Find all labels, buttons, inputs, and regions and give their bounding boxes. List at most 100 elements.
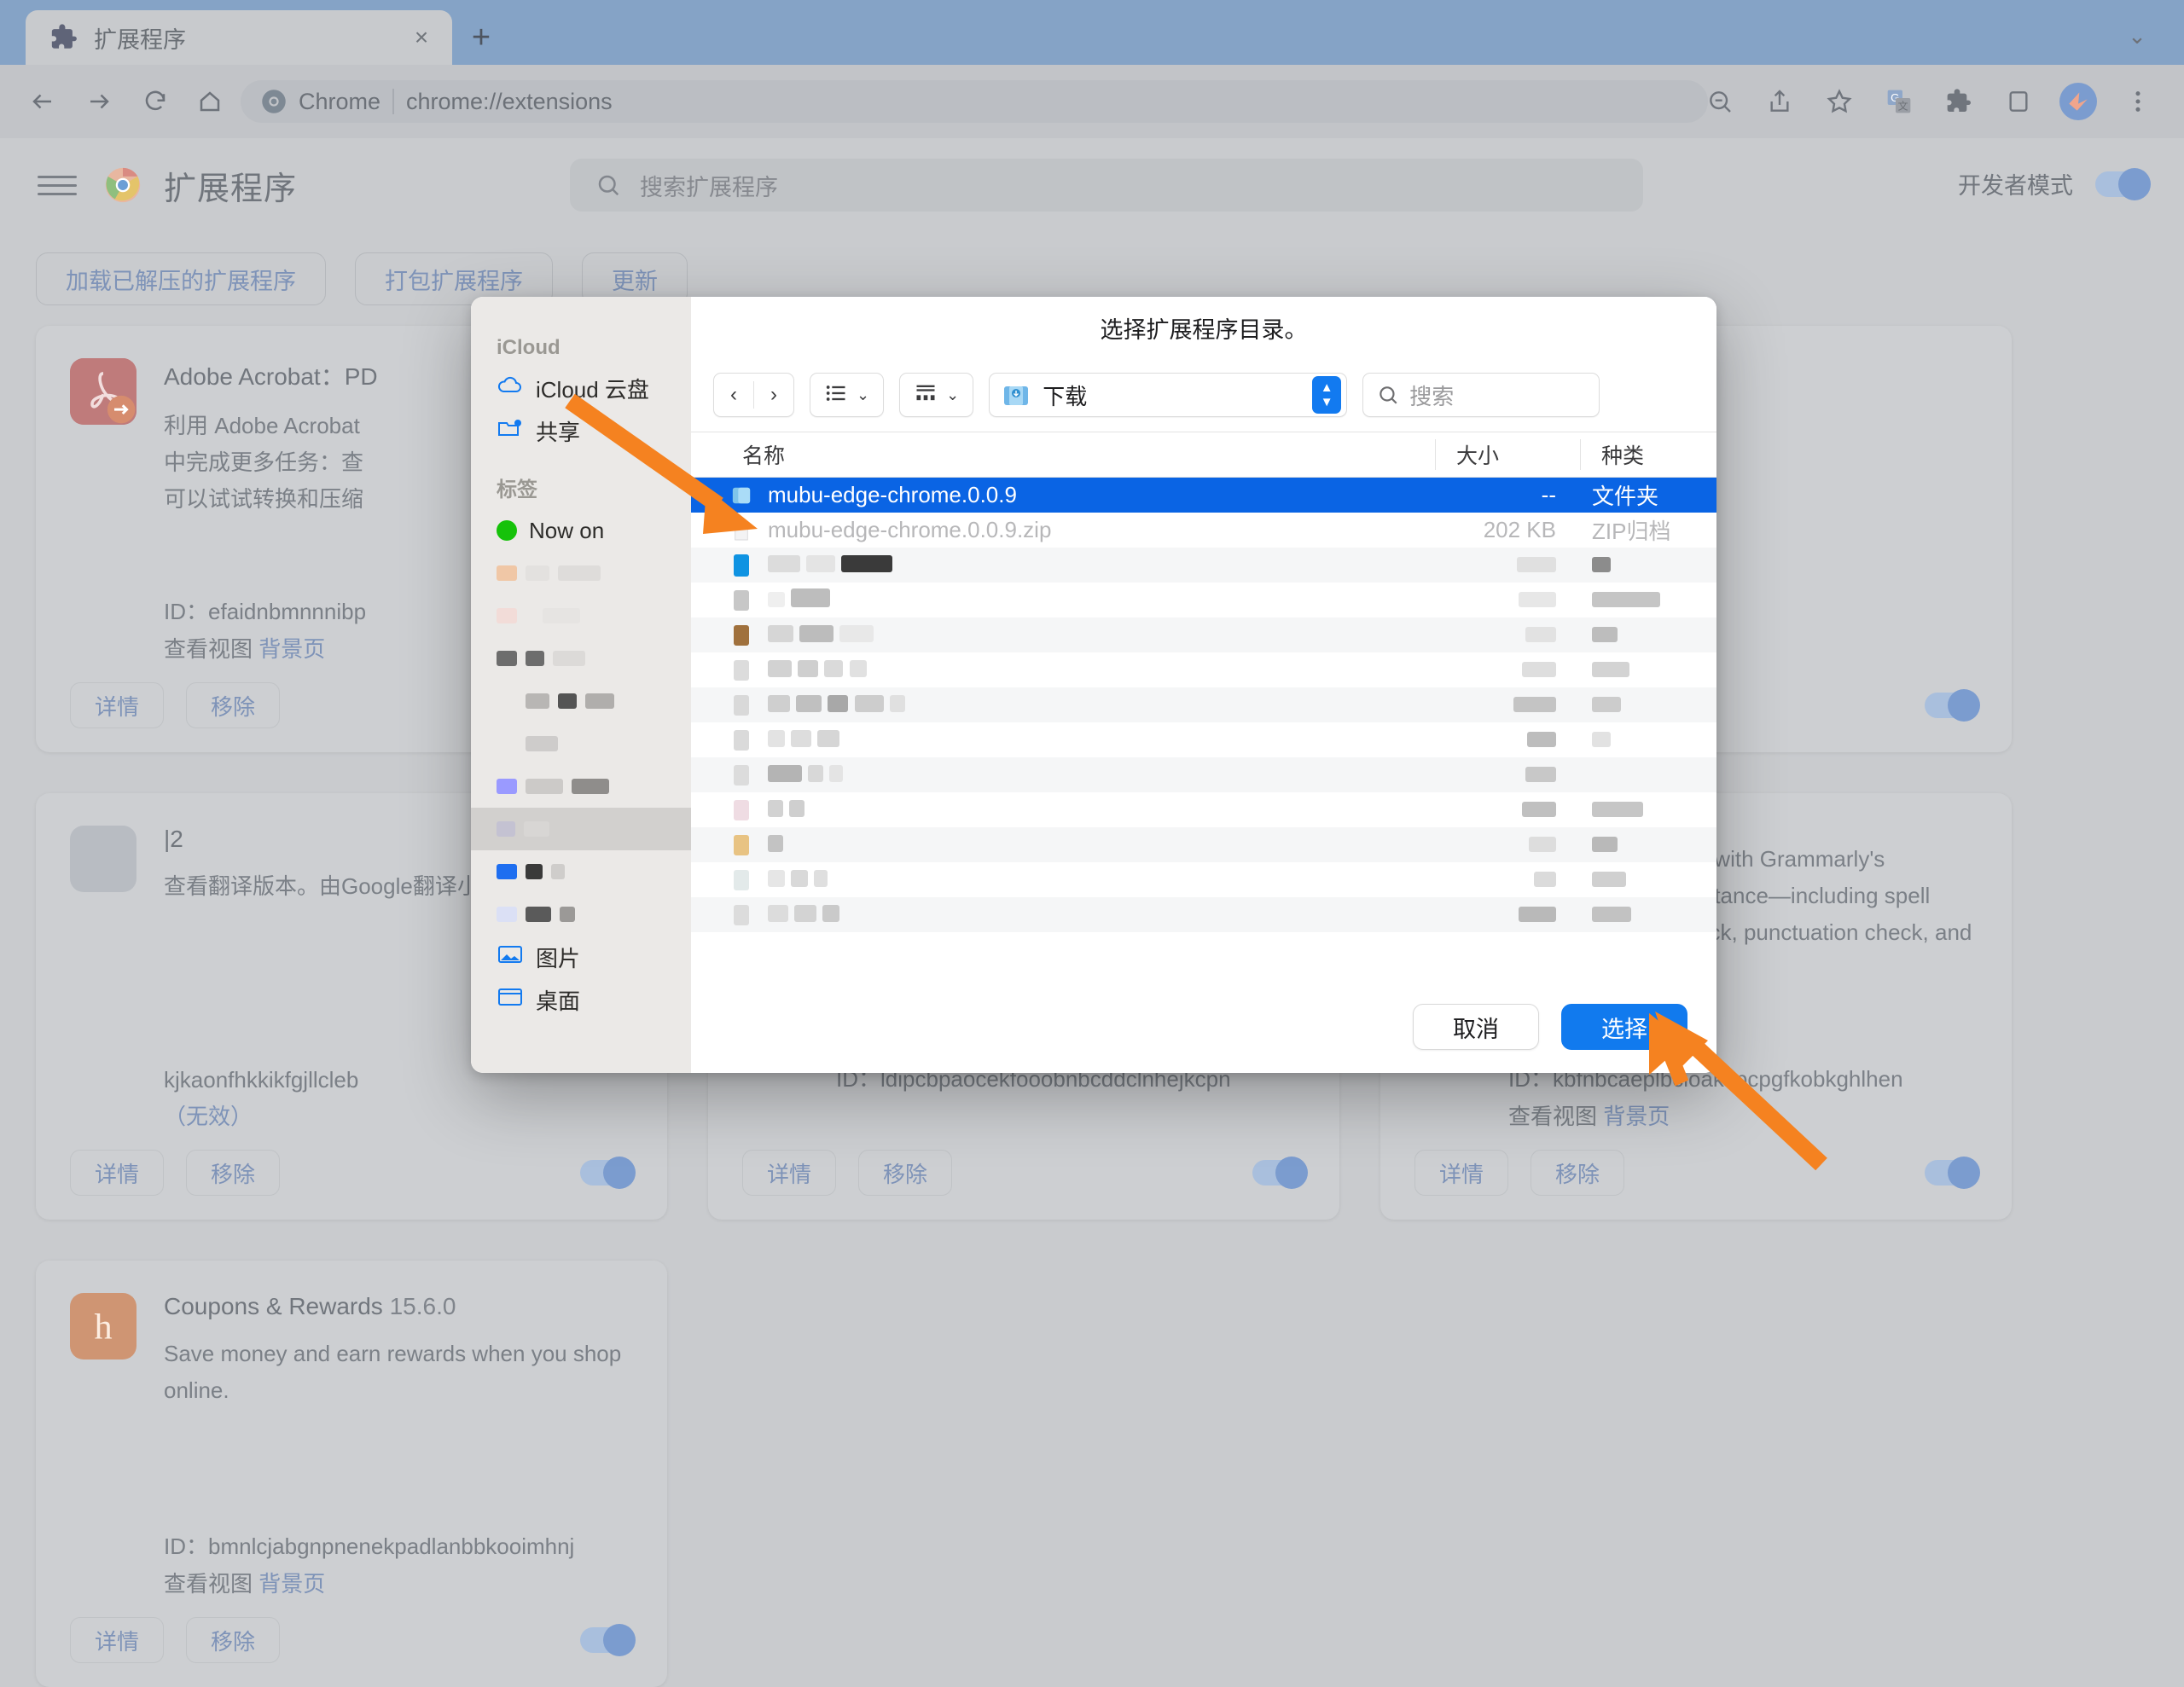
sidebar-item-redacted[interactable] bbox=[471, 637, 691, 680]
file-dialog-title: 选择扩展程序目录。 bbox=[691, 297, 1716, 358]
table-row[interactable]: › bbox=[691, 548, 1716, 583]
extensions-puzzle-icon[interactable] bbox=[1937, 79, 1981, 124]
enable-toggle[interactable] bbox=[580, 1627, 633, 1653]
extension-card[interactable]: h Coupons & Rewards 15.6.0 Save money an… bbox=[36, 1261, 667, 1687]
file-dialog-search-input[interactable]: 搜索 bbox=[1362, 373, 1600, 417]
background-page-link[interactable]: 背景页 bbox=[258, 636, 325, 662]
google-translate-card-icon bbox=[70, 826, 136, 892]
background-page-link[interactable]: 背景页 bbox=[258, 1571, 325, 1597]
zoom-out-icon[interactable] bbox=[1698, 79, 1742, 124]
stepper-icon[interactable]: ▲▼ bbox=[1312, 376, 1341, 414]
chrome-menu-icon[interactable] bbox=[2116, 79, 2160, 124]
enable-toggle[interactable] bbox=[580, 1160, 633, 1186]
table-row[interactable]: › bbox=[691, 617, 1716, 652]
table-row[interactable]: › mubu-edge-chrome.0.0.9 -- 文件夹 bbox=[691, 478, 1716, 513]
sidebar-item-redacted[interactable] bbox=[471, 680, 691, 722]
sidebar-section-tags: 标签 bbox=[471, 464, 691, 509]
table-row[interactable]: › bbox=[691, 583, 1716, 617]
address-bar[interactable]: Chrome chrome://extensions bbox=[241, 80, 1708, 123]
close-icon[interactable]: × bbox=[404, 20, 439, 55]
column-header-kind[interactable]: 种类 bbox=[1580, 439, 1716, 470]
remove-button[interactable]: 移除 bbox=[186, 682, 280, 728]
sidebar-item-redacted[interactable] bbox=[471, 765, 691, 808]
search-icon bbox=[1377, 384, 1399, 406]
new-tab-button[interactable]: + bbox=[461, 17, 502, 58]
sidebar-item-shared[interactable]: 共享 bbox=[471, 409, 691, 452]
extension-id: ID：efaidnbmnnnibp bbox=[164, 594, 366, 626]
enable-toggle[interactable] bbox=[1925, 693, 1978, 718]
sidebar-item-redacted[interactable] bbox=[471, 594, 691, 637]
path-dropdown[interactable]: 下载 ▲▼ bbox=[989, 373, 1347, 417]
enable-toggle[interactable] bbox=[1925, 1160, 1978, 1186]
sidebar-item-redacted[interactable] bbox=[471, 552, 691, 594]
enable-toggle[interactable] bbox=[1252, 1160, 1305, 1186]
table-row[interactable]: › bbox=[691, 757, 1716, 792]
expand-chevron-icon[interactable]: › bbox=[691, 484, 727, 507]
table-row[interactable]: › bbox=[691, 687, 1716, 722]
remove-button[interactable]: 移除 bbox=[858, 1150, 952, 1196]
remove-button[interactable]: 移除 bbox=[186, 1150, 280, 1196]
cancel-button[interactable]: 取消 bbox=[1413, 1004, 1539, 1050]
developer-mode-control[interactable]: 开发者模式 bbox=[1958, 167, 2148, 200]
table-row[interactable]: › bbox=[691, 897, 1716, 932]
profile-avatar-icon[interactable] bbox=[2056, 79, 2100, 124]
sidebar-item-redacted[interactable] bbox=[471, 722, 691, 765]
back-button[interactable] bbox=[20, 79, 65, 124]
back-icon[interactable]: ‹ bbox=[714, 373, 753, 417]
details-button[interactable]: 详情 bbox=[742, 1150, 836, 1196]
developer-mode-toggle[interactable] bbox=[2095, 171, 2148, 197]
details-button[interactable]: 详情 bbox=[1414, 1150, 1508, 1196]
table-row[interactable]: › bbox=[691, 862, 1716, 897]
sidebar-item-redacted[interactable] bbox=[471, 893, 691, 936]
load-unpacked-button[interactable]: 加载已解压的扩展程序 bbox=[36, 252, 326, 305]
sidebar-item-redacted[interactable] bbox=[471, 850, 691, 893]
sidebar-item-label: 桌面 bbox=[536, 984, 580, 1016]
forward-button[interactable] bbox=[77, 79, 121, 124]
view-mode-button[interactable]: ⌄ bbox=[810, 373, 884, 417]
group-view-icon bbox=[914, 381, 938, 409]
chevron-down-icon[interactable]: ⌄ bbox=[2119, 19, 2155, 53]
table-row[interactable]: › bbox=[691, 792, 1716, 827]
sidebar-item-now-on[interactable]: Now on bbox=[471, 509, 691, 552]
background-page-link[interactable]: 背景页 bbox=[1603, 1104, 1670, 1129]
sidebar-item-redacted-selected[interactable] bbox=[471, 808, 691, 850]
extension-id: ID：bmnlcjabgnpnenekpadlanbbkooimhnj bbox=[164, 1529, 574, 1561]
choose-button[interactable]: 选择 bbox=[1561, 1004, 1687, 1050]
table-row[interactable]: › bbox=[691, 652, 1716, 687]
bookmark-star-icon[interactable] bbox=[1817, 79, 1862, 124]
column-header-name[interactable]: 名称 bbox=[691, 439, 1435, 470]
column-header-size[interactable]: 大小 bbox=[1435, 439, 1580, 470]
file-list[interactable]: › mubu-edge-chrome.0.0.9 -- 文件夹 › mubu-e… bbox=[691, 478, 1716, 981]
details-button[interactable]: 详情 bbox=[70, 1617, 164, 1663]
extensions-header: 扩展程序 搜索扩展程序 开发者模式 bbox=[0, 138, 2184, 232]
sidebar-item-pictures[interactable]: 图片 bbox=[471, 936, 691, 978]
chrome-logo-icon bbox=[261, 89, 287, 114]
details-button[interactable]: 详情 bbox=[70, 1150, 164, 1196]
group-by-button[interactable]: ⌄ bbox=[899, 373, 973, 417]
file-dialog-main: 选择扩展程序目录。 ‹ › ⌄ ⌄ bbox=[691, 297, 1716, 1073]
remove-button[interactable]: 移除 bbox=[186, 1617, 280, 1663]
nav-segmented-control[interactable]: ‹ › bbox=[713, 373, 794, 417]
page-title: 扩展程序 bbox=[164, 162, 297, 209]
sidebar-item-icloud-drive[interactable]: iCloud 云盘 bbox=[471, 367, 691, 409]
home-button[interactable] bbox=[188, 79, 232, 124]
share-icon[interactable] bbox=[1757, 79, 1802, 124]
extension-name: Coupons & Rewards 15.6.0 bbox=[164, 1293, 633, 1320]
shared-folder-icon bbox=[497, 417, 524, 445]
details-button[interactable]: 详情 bbox=[70, 682, 164, 728]
browser-tab-extensions[interactable]: 扩展程序 × bbox=[26, 10, 452, 65]
side-panel-icon[interactable] bbox=[1996, 79, 2041, 124]
developer-mode-label: 开发者模式 bbox=[1958, 167, 2073, 200]
tab-strip: 扩展程序 × + ⌄ bbox=[0, 0, 2184, 65]
icloud-drive-icon bbox=[497, 374, 524, 403]
remove-button[interactable]: 移除 bbox=[1531, 1150, 1624, 1196]
sidebar-item-desktop[interactable]: 桌面 bbox=[471, 978, 691, 1021]
menu-icon[interactable] bbox=[38, 165, 77, 205]
table-row[interactable]: › mubu-edge-chrome.0.0.9.zip 202 KB ZIP归… bbox=[691, 513, 1716, 548]
google-translate-icon[interactable]: G文 bbox=[1877, 79, 1921, 124]
table-row[interactable]: › bbox=[691, 827, 1716, 862]
search-input[interactable]: 搜索扩展程序 bbox=[570, 159, 1643, 212]
reload-button[interactable] bbox=[133, 79, 177, 124]
forward-icon[interactable]: › bbox=[754, 373, 793, 417]
table-row[interactable]: › bbox=[691, 722, 1716, 757]
